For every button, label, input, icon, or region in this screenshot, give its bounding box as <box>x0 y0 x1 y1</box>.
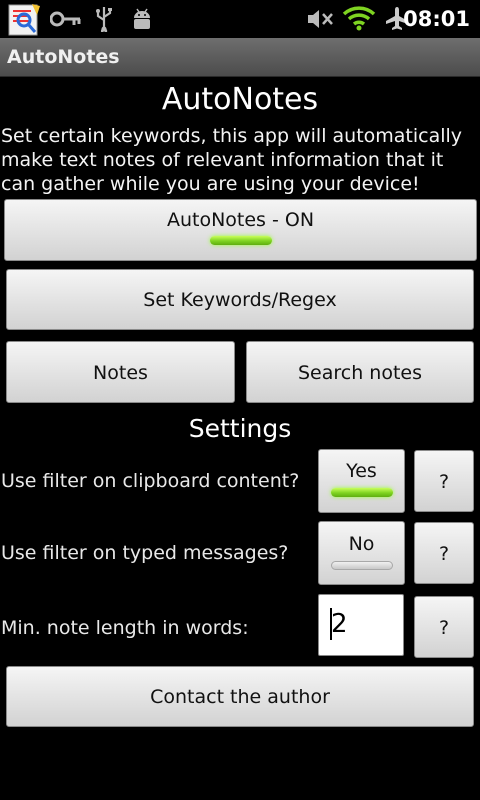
clipboard-filter-toggle[interactable]: Yes <box>318 449 405 513</box>
page-title: AutoNotes <box>161 82 319 117</box>
settings-heading: Settings <box>188 414 292 443</box>
notes-label: Notes <box>93 362 148 384</box>
app-description: Set certain keywords, this app will auto… <box>1 125 463 195</box>
clipboard-help-button[interactable]: ? <box>414 450 474 512</box>
min-length-help-button[interactable]: ? <box>414 596 474 658</box>
typed-filter-label: Use filter on typed messages? <box>1 542 289 564</box>
usb-icon <box>96 7 112 32</box>
min-length-input[interactable]: 2 <box>318 594 404 656</box>
clock: 08:01 <box>403 7 470 31</box>
wifi-icon <box>342 6 376 31</box>
search-notes-button[interactable]: Search notes <box>246 341 474 403</box>
typed-help-button[interactable]: ? <box>414 522 474 584</box>
typed-filter-value: No <box>348 533 375 555</box>
typed-filter-toggle[interactable]: No <box>318 521 405 585</box>
clipboard-filter-value: Yes <box>346 460 377 482</box>
min-length-help-label: ? <box>438 617 450 639</box>
status-bar: 08:01 <box>0 0 480 38</box>
android-debug-icon <box>134 8 150 29</box>
autonotes-toggle-button[interactable]: AutoNotes - ON <box>4 199 477 261</box>
search-notes-label: Search notes <box>297 362 423 384</box>
app-title-bar: AutoNotes <box>0 38 480 77</box>
mute-icon <box>308 10 333 28</box>
app-title: AutoNotes <box>7 46 120 68</box>
key-icon <box>50 11 81 27</box>
min-length-label: Min. note length in words: <box>1 617 249 639</box>
toggle-on-indicator <box>209 236 272 245</box>
clipboard-filter-label: Use filter on clipboard content? <box>1 470 300 492</box>
clipboard-help-label: ? <box>438 471 450 493</box>
set-keywords-label: Set Keywords/Regex <box>143 289 337 311</box>
contact-author-label: Contact the author <box>150 686 330 708</box>
autonotes-toggle-label: AutoNotes - ON <box>166 209 315 231</box>
contact-author-button[interactable]: Contact the author <box>6 666 474 727</box>
min-length-value: 2 <box>331 609 348 639</box>
notes-button[interactable]: Notes <box>6 341 235 403</box>
app-notification-icon <box>8 4 40 36</box>
set-keywords-button[interactable]: Set Keywords/Regex <box>6 269 474 330</box>
clipboard-on-indicator <box>330 488 393 497</box>
typed-help-label: ? <box>438 543 450 565</box>
typed-off-indicator <box>330 561 393 570</box>
